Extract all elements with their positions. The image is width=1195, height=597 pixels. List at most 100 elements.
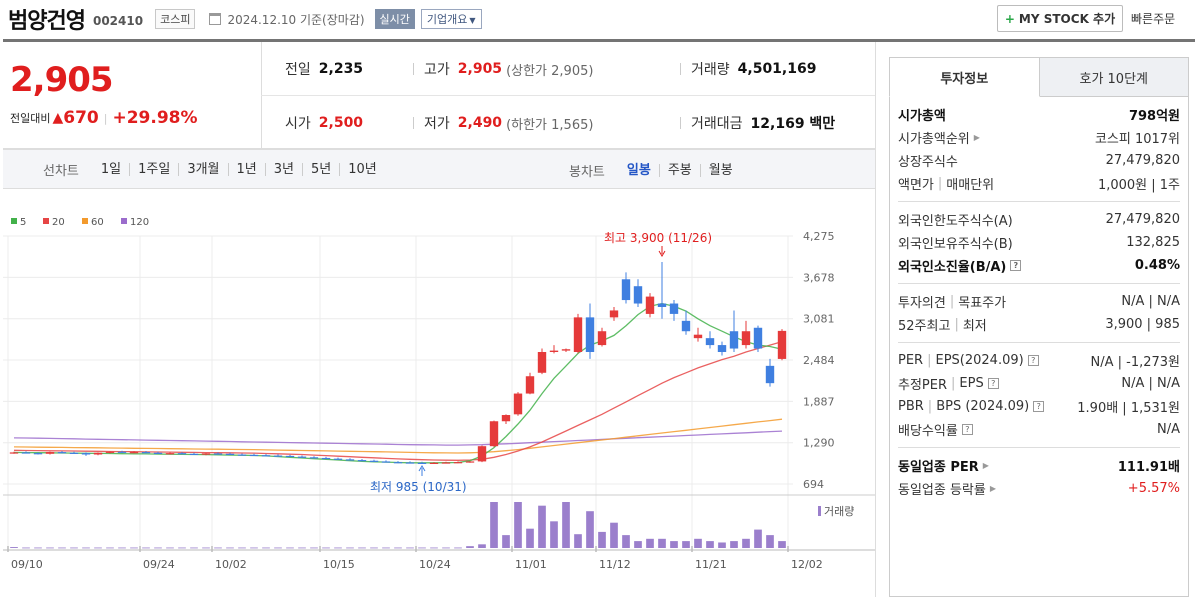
- x-tick-label: 11/12: [599, 558, 631, 571]
- volume-bar: [118, 547, 126, 549]
- period-1y[interactable]: 1년: [227, 162, 265, 176]
- volume-bar: [526, 528, 534, 548]
- candle-body: [213, 453, 223, 455]
- max-annotation: 최고 3,900 (11/26): [604, 231, 712, 245]
- period-3m[interactable]: 3개월: [178, 162, 227, 176]
- volume-bar: [58, 547, 66, 549]
- volume-bar: [370, 547, 378, 549]
- x-tick-label: 10/02: [215, 558, 247, 571]
- candle-body: [489, 421, 499, 447]
- amount-label: 거래대금: [691, 116, 743, 132]
- volume-bar: [22, 547, 30, 549]
- legend-label: 120: [130, 217, 149, 228]
- open-price: 시가 2,500: [285, 113, 363, 133]
- up-arrow-icon: ▲: [52, 110, 64, 126]
- volume-label: 거래량: [691, 62, 730, 78]
- mystock-label: MY STOCK 추가: [1018, 12, 1116, 26]
- volume-bar: [382, 547, 390, 549]
- candle-body: [177, 453, 187, 455]
- candle-body: [117, 451, 127, 453]
- candle-body: [429, 462, 439, 465]
- x-tick-label: 11/01: [515, 558, 547, 571]
- x-tick-label: 11/21: [695, 558, 727, 571]
- info-key[interactable]: 동일업종 등락률 ▶: [898, 479, 996, 498]
- period-3y[interactable]: 3년: [264, 162, 302, 176]
- info-group: PER | EPS(2024.09)? N/A | -1,273원 추정PER | EPS?…: [898, 343, 1180, 448]
- candle-weekly[interactable]: 주봉: [658, 163, 700, 177]
- y-tick-label: 1,290: [803, 437, 835, 450]
- period-10y[interactable]: 10년: [339, 162, 385, 176]
- info-value: 1.90배 | 1,531원: [1077, 401, 1180, 416]
- info-key[interactable]: 동일업종 PER ▶: [898, 456, 989, 475]
- period-1d[interactable]: 1일: [93, 163, 129, 176]
- volume-bar: [706, 541, 714, 548]
- info-value: 0.48%: [1134, 258, 1180, 273]
- volume-bar: [130, 547, 138, 549]
- realtime-button[interactable]: 실시간: [374, 9, 415, 29]
- help-icon[interactable]: ?: [987, 378, 999, 389]
- candle-body: [57, 452, 67, 454]
- info-key: PBR | BPS (2024.09)?: [898, 399, 1045, 414]
- candle-body: [741, 331, 751, 346]
- candle-body: [81, 453, 91, 455]
- period-bar: 선차트 1일 1주일 3개월 1년 3년 5년 10년 봉차트 일봉 주봉 월봉: [3, 149, 875, 189]
- candle-body: [765, 365, 775, 384]
- tab-orderbook[interactable]: 호가 10단계: [1039, 57, 1189, 97]
- info-row: 투자의견 | 목표주가 N/A | N/A: [898, 290, 1180, 313]
- info-value: 27,479,820: [1105, 212, 1180, 227]
- volume-label: 거래량: [824, 505, 854, 518]
- side-tabs: 투자정보 호가 10단계: [889, 57, 1189, 97]
- volume-bar: [694, 538, 702, 548]
- volume-bar: [166, 547, 174, 549]
- info-key[interactable]: 시가총액순위 ▶: [898, 128, 980, 147]
- corp-overview-button[interactable]: 기업개요 ▼: [420, 9, 482, 29]
- candle-body: [237, 454, 247, 456]
- candle-body: [69, 452, 79, 454]
- candle-daily[interactable]: 일봉: [619, 164, 659, 177]
- mystock-add-button[interactable]: + MY STOCK 추가: [997, 5, 1123, 32]
- info-group: 시가총액 798억원 시가총액순위 ▶ 코스피 1017위 상장주식수 27,479,820…: [898, 97, 1180, 202]
- info-row: 시가총액순위 ▶ 코스피 1017위: [898, 126, 1180, 149]
- info-value: 132,825: [1126, 235, 1180, 250]
- volume-bar: [550, 521, 558, 548]
- volume: 거래량 4,501,169: [680, 59, 816, 79]
- help-icon[interactable]: ?: [1027, 355, 1039, 366]
- candle-body: [705, 338, 715, 346]
- info-row: 외국인소진율(B/A)? 0.48%: [898, 254, 1180, 277]
- info-value: N/A | N/A: [1121, 376, 1180, 391]
- candle-body: [45, 452, 55, 454]
- volume-bar: [418, 547, 426, 549]
- info-value: N/A | N/A: [1121, 294, 1180, 309]
- candle-body: [585, 317, 595, 353]
- y-tick-label: 3,081: [803, 313, 835, 326]
- period-1w[interactable]: 1주일: [129, 162, 178, 176]
- candle-body: [309, 457, 319, 459]
- low-value: 2,490: [457, 115, 503, 131]
- candle-monthly[interactable]: 월봉: [699, 163, 741, 177]
- period-5y[interactable]: 5년: [302, 162, 339, 176]
- volume-bar: [238, 547, 246, 549]
- volume-bar: [214, 547, 222, 549]
- chart-svg[interactable]: 5 20 60 120 4,275 3,678 3,081 2,484 1,887 1,290 69…: [3, 190, 875, 597]
- volume-legend-swatch: [818, 506, 821, 516]
- help-icon[interactable]: ?: [961, 424, 973, 435]
- volume-bar: [670, 541, 678, 548]
- high-value: 2,905: [457, 61, 503, 77]
- tab-investment-info[interactable]: 투자정보: [889, 57, 1040, 97]
- volume-bar: [94, 547, 102, 549]
- diff-rate: +29.98%: [112, 108, 198, 128]
- info-group: 외국인한도주식수(A) 27,479,820 외국인보유주식수(B) 132,825 외…: [898, 202, 1180, 284]
- help-icon[interactable]: ?: [1010, 260, 1022, 271]
- quick-order-link[interactable]: 빠른주문: [1131, 10, 1175, 27]
- volume-bar: [730, 541, 738, 548]
- open-value: 2,500: [318, 115, 364, 131]
- candle-body: [105, 451, 115, 453]
- candle-body: [393, 462, 403, 464]
- help-icon[interactable]: ?: [1033, 401, 1045, 412]
- low-label: 저가: [424, 116, 450, 132]
- info-row: 동일업종 PER ▶ 111.91배: [898, 454, 1180, 477]
- stock-chart[interactable]: 5 20 60 120 4,275 3,678 3,081 2,484 1,887 1,290 69…: [3, 190, 875, 597]
- volume-bar: [466, 546, 474, 548]
- legend-swatch: [11, 218, 17, 224]
- side-body: 시가총액 798억원 시가총액순위 ▶ 코스피 1017위 상장주식수 27,479,820…: [889, 97, 1189, 597]
